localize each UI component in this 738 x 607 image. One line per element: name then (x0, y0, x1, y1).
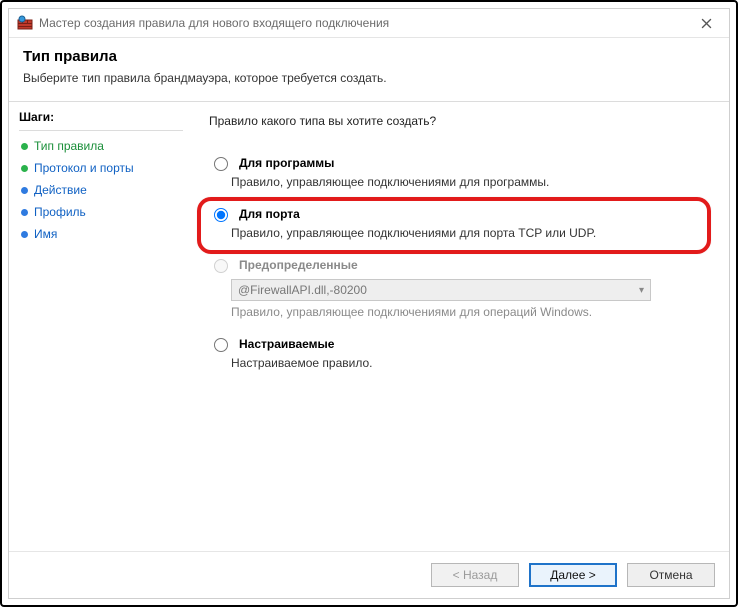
step-item[interactable]: Тип правила (19, 135, 183, 157)
wizard-header: Тип правила Выберите тип правила брандма… (9, 38, 729, 101)
step-label: Профиль (34, 205, 86, 219)
option-row[interactable]: Предопределенные (209, 258, 711, 273)
option-description: Настраиваемое правило. (231, 356, 711, 370)
close-icon (701, 18, 712, 29)
step-item[interactable]: Действие (19, 179, 183, 201)
option-title: Для программы (239, 156, 334, 170)
wizard-window: Мастер создания правила для нового входя… (8, 8, 730, 599)
radio-custom[interactable] (214, 338, 228, 352)
step-bullet-icon (21, 209, 28, 216)
window-title: Мастер создания правила для нового входя… (39, 16, 687, 30)
step-label: Имя (34, 227, 57, 241)
rule-type-option-port: Для порта Правило, управляющее подключени… (209, 207, 711, 240)
radio-program[interactable] (214, 157, 228, 171)
option-row[interactable]: Для порта (209, 207, 711, 222)
step-item[interactable]: Протокол и порты (19, 157, 183, 179)
back-button[interactable]: < Назад (431, 563, 519, 587)
rule-type-option-custom: Настраиваемые Настраиваемое правило. (209, 337, 711, 370)
step-label: Тип правила (34, 139, 104, 153)
step-bullet-icon (21, 187, 28, 194)
option-row[interactable]: Настраиваемые (209, 337, 711, 352)
steps-title: Шаги: (19, 108, 183, 131)
content-panel: Правило какого типа вы хотите создать? Д… (191, 102, 729, 551)
step-bullet-icon (21, 231, 28, 238)
option-description: Правило, управляющее подключениями для о… (231, 305, 711, 319)
close-button[interactable] (687, 9, 725, 37)
step-label: Протокол и порты (34, 161, 134, 175)
rule-type-option-program: Для программы Правило, управляющее подклю… (209, 156, 711, 189)
option-title: Предопределенные (239, 258, 358, 272)
step-item[interactable]: Имя (19, 223, 183, 245)
radio-port[interactable] (214, 208, 228, 222)
predefined-combo: @FirewallAPI.dll,-80200 ▾ (231, 279, 651, 301)
chevron-down-icon: ▾ (639, 285, 644, 296)
predefined-combo-value: @FirewallAPI.dll,-80200 (238, 283, 367, 297)
option-title: Настраиваемые (239, 337, 334, 351)
steps-panel: Шаги: Тип правила Протокол и порты Действи… (9, 102, 191, 551)
wizard-footer: < Назад Далее > Отмена (9, 551, 729, 598)
radio-predefined (214, 259, 228, 273)
page-title: Тип правила (23, 48, 715, 65)
firewall-icon (17, 15, 33, 31)
rule-type-option-predefined: Предопределенные @FirewallAPI.dll,-80200 ▾… (209, 258, 711, 319)
option-title: Для порта (239, 207, 300, 221)
option-row[interactable]: Для программы (209, 156, 711, 171)
step-label: Действие (34, 183, 87, 197)
rule-type-question: Правило какого типа вы хотите создать? (209, 114, 711, 128)
option-description: Правило, управляющее подключениями для п… (231, 226, 711, 240)
option-description: Правило, управляющее подключениями для п… (231, 175, 711, 189)
next-button[interactable]: Далее > (529, 563, 617, 587)
titlebar: Мастер создания правила для нового входя… (9, 9, 729, 38)
step-bullet-icon (21, 165, 28, 172)
step-item[interactable]: Профиль (19, 201, 183, 223)
page-subtitle: Выберите тип правила брандмауэра, которо… (23, 71, 715, 85)
step-bullet-icon (21, 143, 28, 150)
cancel-button[interactable]: Отмена (627, 563, 715, 587)
